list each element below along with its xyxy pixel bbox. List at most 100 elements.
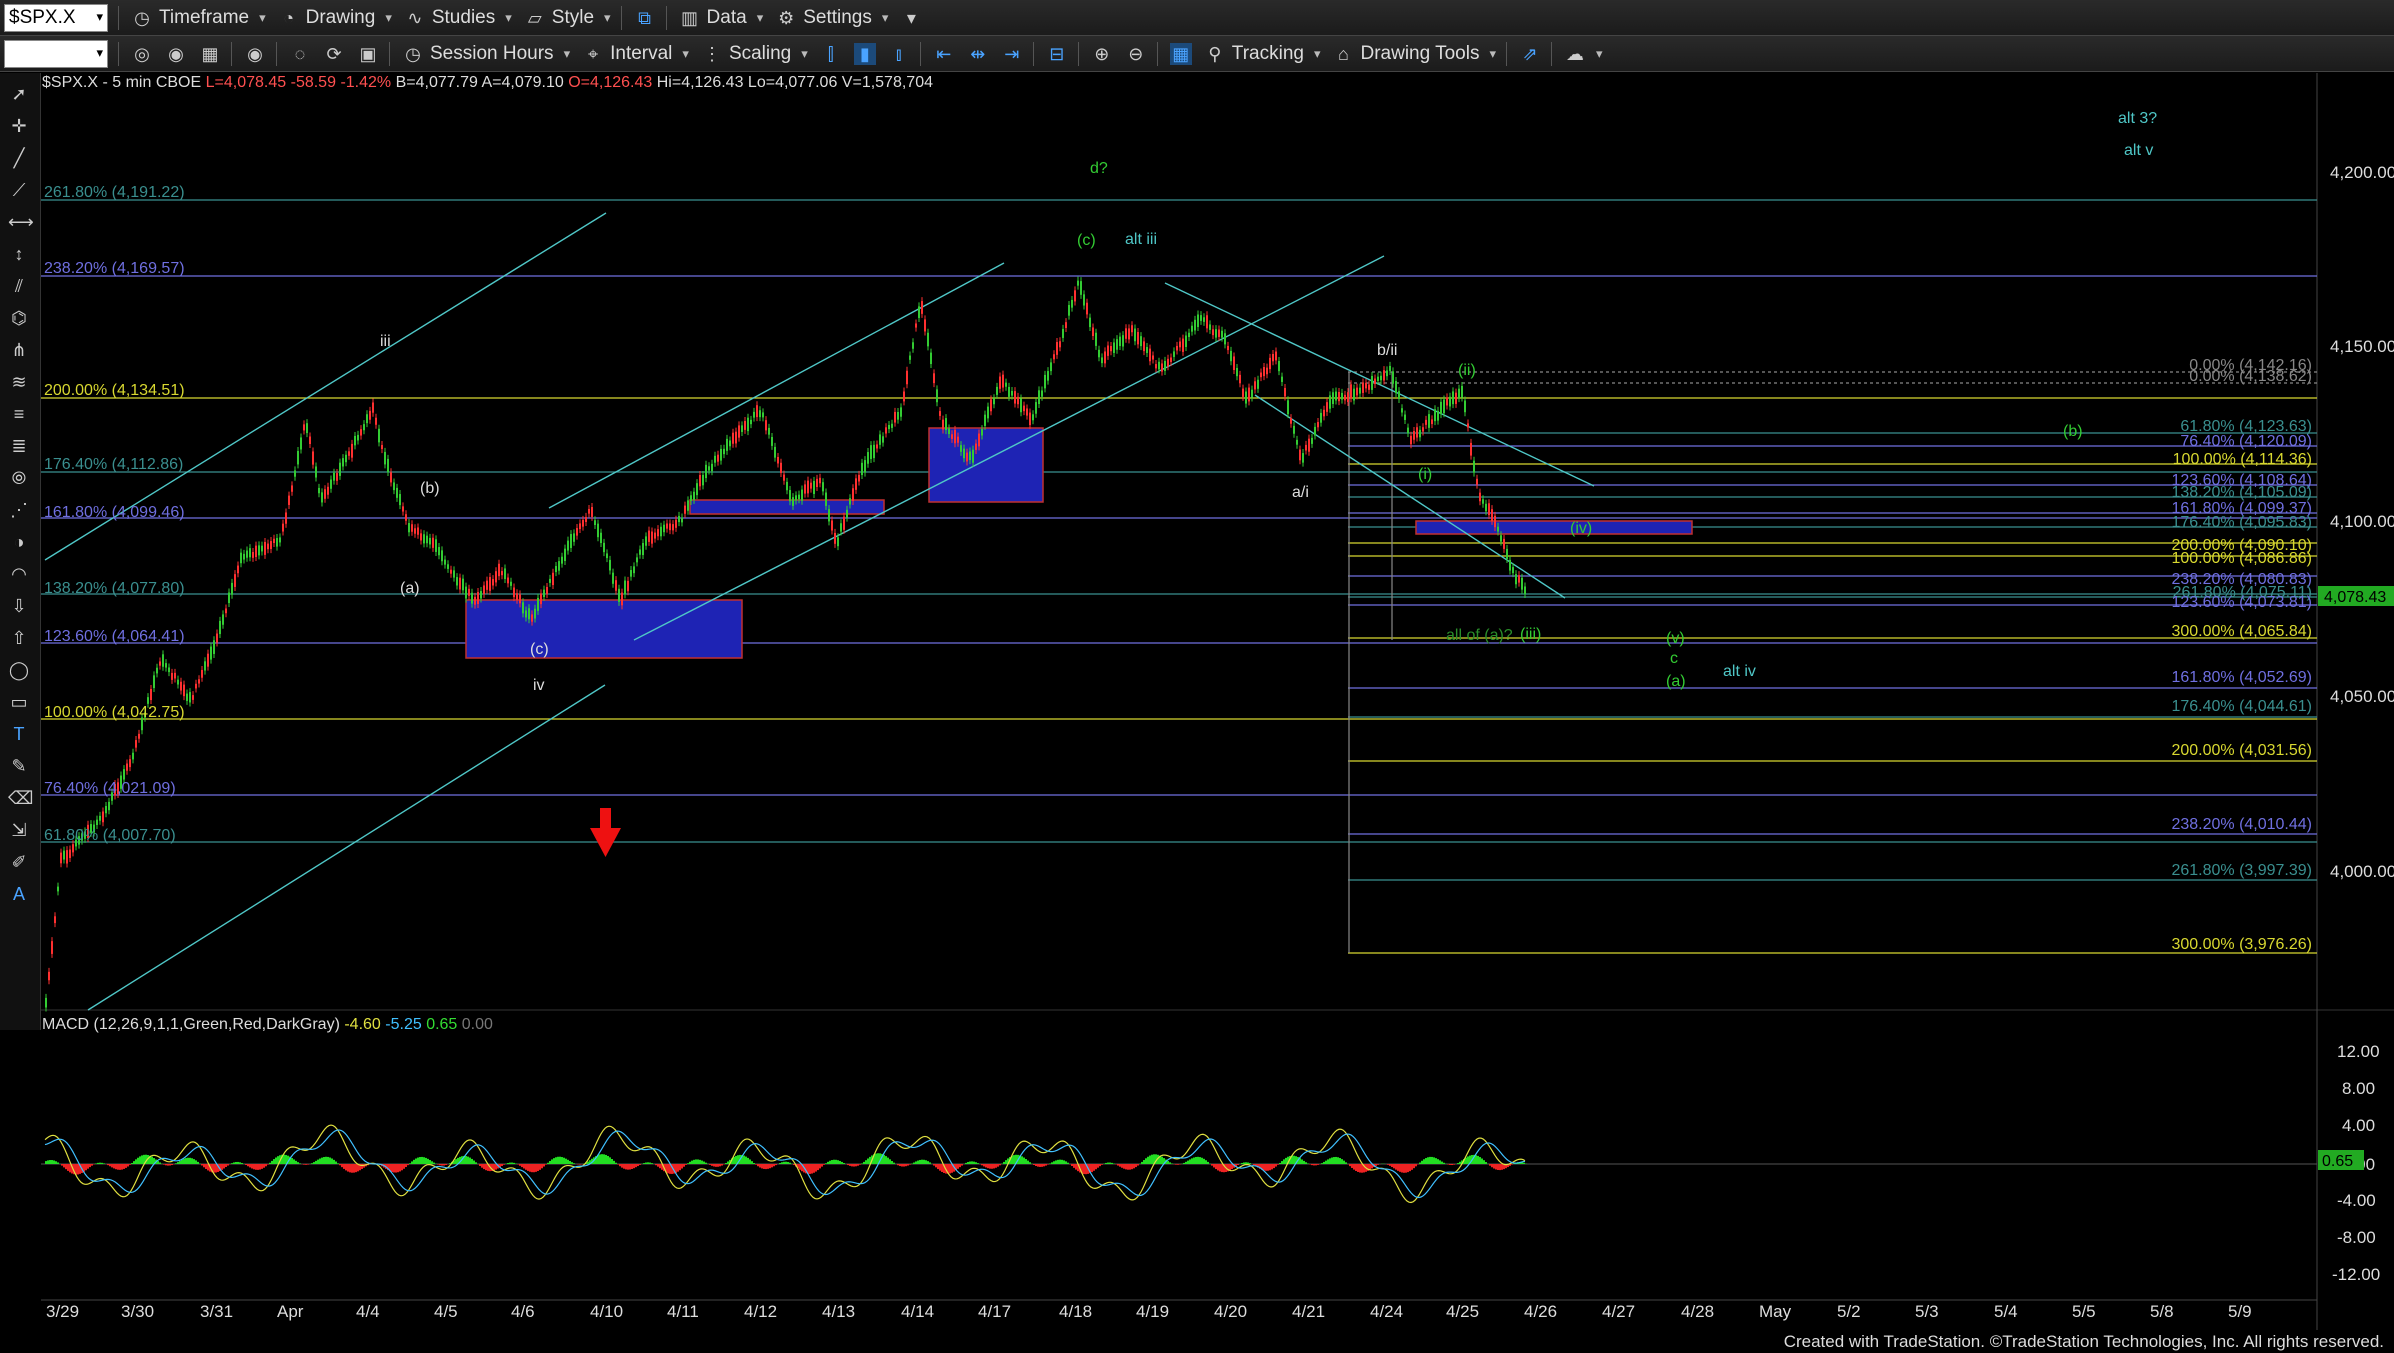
macd-histogram-bar (633, 1164, 635, 1169)
arc-icon[interactable]: ◠ (8, 563, 30, 585)
grid-button[interactable]: ▦ (199, 43, 221, 65)
candle-body (87, 824, 89, 839)
macd-histogram-bar (1147, 1156, 1149, 1164)
export-button[interactable]: ⇗ (1519, 43, 1541, 65)
candle-body (1401, 408, 1403, 413)
fib-fan-icon[interactable]: ⋰ (8, 499, 30, 521)
fib-time-icon[interactable]: ⦾ (8, 467, 30, 489)
gear-icon: ⚙ (778, 7, 795, 28)
ray-icon[interactable]: ⟋ (8, 179, 30, 201)
candle-body (1209, 324, 1211, 330)
speed-lines-icon[interactable]: ≋ (8, 371, 30, 393)
trendline-icon[interactable]: ╱ (8, 147, 30, 169)
drawing-tools-menu[interactable]: ⌂ Drawing Tools (1332, 43, 1496, 65)
crosshair-icon[interactable]: ✛ (8, 115, 30, 137)
drawing-menu[interactable]: ◔ Drawing (278, 7, 392, 29)
data-menu[interactable]: ▥ Data (679, 7, 764, 29)
style-menu[interactable]: ▱ Style (524, 7, 611, 29)
macd-histogram-bar (1519, 1161, 1521, 1164)
macd-histogram-bar (129, 1164, 131, 1165)
chevron-down-icon[interactable]: ▾ (96, 9, 103, 25)
cycle-icon[interactable]: ◑ (8, 531, 30, 553)
macd-histogram-bar (935, 1164, 937, 1168)
ellipse-icon[interactable]: ◯ (8, 659, 30, 681)
down-arrow-icon[interactable]: ⇩ (8, 595, 30, 617)
toolbar-overflow[interactable]: ▾ (900, 7, 922, 29)
sync-button[interactable]: ⟳ (323, 43, 345, 65)
scroll-right-button[interactable]: ⇥ (1001, 43, 1023, 65)
alert-button[interactable]: ◌ (289, 43, 311, 65)
macd-histogram-bar (1281, 1161, 1283, 1164)
vertical-line-icon[interactable]: ↕ (8, 243, 30, 265)
paint-icon[interactable]: ✐ (8, 851, 30, 873)
eraser-icon[interactable]: ⌫ (8, 787, 33, 809)
macd-histogram-bar (1169, 1162, 1171, 1164)
macd-histogram-bar (1093, 1164, 1095, 1171)
macd-histogram-bar (485, 1164, 487, 1171)
session-hours-menu[interactable]: ◷ Session Hours (402, 43, 570, 65)
macd-histogram-bar (61, 1164, 63, 1166)
fib-retracement-icon[interactable]: ≡ (8, 403, 30, 425)
measure-icon[interactable]: ⇲ (8, 819, 30, 841)
workspace-select[interactable]: ▾ (4, 39, 108, 68)
macd-histogram-bar (1235, 1164, 1237, 1167)
macd-histogram-bar (1029, 1162, 1031, 1164)
macd-histogram-bar (83, 1164, 85, 1172)
cloud-menu[interactable]: ☁ (1564, 43, 1603, 65)
scaling-menu[interactable]: ⋮ Scaling (701, 43, 808, 65)
layout-button[interactable]: ⧉ (634, 7, 656, 29)
macd-axis-label: 0.00 (2342, 1155, 2375, 1174)
text-icon[interactable]: T (8, 723, 30, 745)
fib-extension-icon[interactable]: ≣ (8, 435, 30, 457)
price-chart[interactable]: 261.80% (4,191.22) 238.20% (4,169.57) 20… (0, 0, 2394, 1353)
candle-chart-button[interactable]: ▮ (853, 42, 876, 65)
macd-histogram-bar (1469, 1155, 1471, 1164)
annotate-icon[interactable]: A (8, 883, 30, 905)
pitchfork-icon[interactable]: ⋔ (8, 339, 30, 361)
settings-menu[interactable]: ⚙ Settings (775, 7, 888, 29)
channel-icon[interactable]: ⫽ (8, 275, 30, 297)
scroll-left-button[interactable]: ⇤ (933, 43, 955, 65)
link2-button[interactable]: ◉ (165, 43, 187, 65)
studies-menu[interactable]: ∿ Studies (404, 7, 512, 29)
fib-right-label: 238.20% (4,010.44) (2171, 816, 2312, 833)
line-chart-button[interactable]: ⫾ (888, 43, 910, 65)
info-low: Lo=4,077.06 (747, 74, 838, 91)
wave-label: alt iv (1723, 663, 1756, 680)
timeframe-menu[interactable]: ◷ Timeframe (131, 7, 266, 29)
horizontal-line-icon[interactable]: ⟷ (8, 211, 34, 233)
tracking-menu[interactable]: ⚲ Tracking (1204, 43, 1321, 65)
gann-icon[interactable]: ⌬ (8, 307, 30, 329)
link-icon: ◎ (134, 43, 150, 64)
link-button[interactable]: ◎ (131, 43, 153, 65)
candle-body (1140, 336, 1142, 347)
candle-body (1074, 290, 1076, 302)
pointer-icon[interactable]: ➚ (8, 83, 30, 105)
symbol-input[interactable]: $SPX.X ▾ (4, 3, 108, 32)
candle-body (846, 509, 848, 518)
macd-histogram-bar (801, 1164, 803, 1172)
style-icon: ▱ (527, 7, 542, 28)
zoom-in-button[interactable]: ⊕ (1091, 43, 1113, 65)
pencil-icon[interactable]: ✎ (8, 755, 30, 777)
camera-button[interactable]: ▣ (357, 43, 379, 65)
macd-histogram-bar (1355, 1164, 1357, 1171)
fib-right-label: 76.40% (4,120.09) (2180, 433, 2312, 450)
candle-body (1068, 305, 1070, 316)
candle-body (348, 451, 350, 456)
compress-button[interactable]: ⇹ (967, 43, 989, 65)
price-axis-label: 4,050.00 (2330, 687, 2394, 706)
up-arrow-icon[interactable]: ⇧ (8, 627, 30, 649)
candle-body (732, 432, 734, 444)
rectangle-icon[interactable]: ▭ (8, 691, 30, 713)
record-button[interactable]: ◉ (244, 43, 266, 65)
zoom-out-button[interactable]: ⊖ (1125, 43, 1147, 65)
chevron-down-icon[interactable]: ▾ (96, 45, 103, 61)
window-button[interactable]: ⊟ (1046, 43, 1068, 65)
bar-chart-button[interactable]: ⫿ (820, 43, 842, 65)
macd-histogram-bar (965, 1162, 967, 1164)
candle-body (1206, 315, 1208, 329)
interval-menu[interactable]: ⌖ Interval (582, 43, 689, 65)
data-grid-button[interactable]: ▦ (1169, 42, 1192, 65)
macd-histogram-bar (467, 1156, 469, 1164)
